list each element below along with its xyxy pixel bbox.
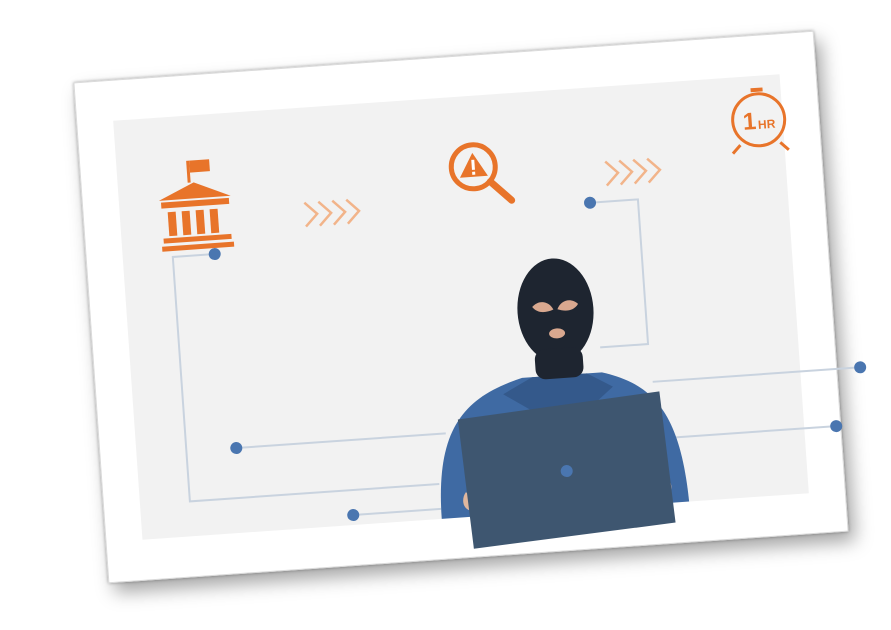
illustration-panel: 1 HR [113,74,867,549]
alert-search-icon [448,142,516,204]
illustration-card: 1 HR [73,30,867,584]
bank-icon [158,159,235,252]
chevrons-right-icon [303,198,361,228]
clock-unit: HR [758,117,777,132]
clock-number: 1 [742,108,757,136]
chevrons-right-icon [604,157,662,187]
hacker-illustration: 1 HR [158,87,867,549]
one-hour-clock-icon: 1 HR [731,87,790,155]
